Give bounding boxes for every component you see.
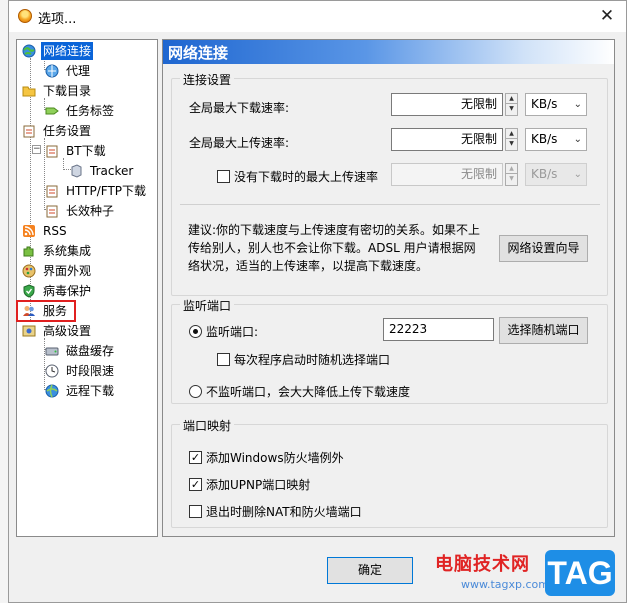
watermark-url: www.tagxp.com	[461, 578, 549, 591]
advanced-settings-icon	[22, 324, 36, 338]
random-port-button[interactable]: 选择随机端口	[499, 317, 588, 344]
idle-upload-label: 没有下载时的最大上传速率	[234, 170, 379, 184]
clipboard-icon	[45, 204, 59, 218]
idle-upload-spinner: ▲ ▼	[505, 163, 518, 186]
tree-item-label: 时段限速	[66, 364, 115, 378]
remove-nat-label: 退出时删除NAT和防火墙端口	[206, 505, 362, 519]
watermark-text: 电脑技术网	[435, 554, 530, 575]
idle-upload-input: 无限制	[391, 163, 503, 186]
tree-item-label: Tracker	[90, 164, 134, 178]
chevron-down-icon: ⌄	[573, 99, 582, 110]
close-button[interactable]: ✕	[594, 5, 620, 27]
settings-panel: 网络连接 连接设置 全局最大下载速率: 无限制 ▲ ▼ KB/s ⌄ 全局最大上传速…	[162, 39, 615, 537]
upnp-mapping-checkbox[interactable]: ✓	[189, 478, 202, 491]
tree-item-services[interactable]: 服务	[16, 300, 76, 322]
title-bar: 选项... ✕	[9, 1, 626, 32]
advice-line-3: 络状况，适当的上传速率，以提高下载速度。	[188, 259, 429, 273]
tree-item-label: 系统集成	[43, 244, 92, 258]
tree-item-label: 下载目录	[43, 84, 92, 98]
listen-port-group: 监听端口 监听端口: 22223 选择随机端口 每次程序启动时随机选择端口 不监…	[171, 297, 608, 404]
ok-button[interactable]: 确定	[327, 557, 413, 584]
firewall-exception-checkbox[interactable]: ✓	[189, 451, 202, 464]
random-each-start-label: 每次程序启动时随机选择端口	[234, 353, 391, 367]
tree-item-label: HTTP/FTP下载	[66, 184, 147, 198]
app-logo-icon	[18, 9, 32, 23]
listen-port-label: 监听端口:	[206, 325, 259, 339]
firewall-exception-label: 添加Windows防火墙例外	[206, 451, 344, 465]
tree-item-label: 磁盘缓存	[66, 344, 115, 358]
remote-globe-icon	[45, 384, 59, 398]
puzzle-icon	[22, 244, 36, 258]
max-download-input[interactable]: 无限制	[391, 93, 503, 116]
palette-icon	[22, 264, 36, 278]
port-mapping-group: 端口映射 ✓ 添加Windows防火墙例外 ✓ 添加UPNP端口映射 退出时删除…	[171, 417, 608, 528]
bt-expander[interactable]: −	[32, 145, 41, 154]
tree-item-label: BT下载	[66, 144, 106, 158]
max-download-spinner[interactable]: ▲ ▼	[505, 93, 518, 116]
tree-item-label: 界面外观	[43, 264, 92, 278]
tree-item-label: 任务设置	[43, 124, 92, 138]
upnp-mapping-label: 添加UPNP端口映射	[206, 478, 311, 492]
group-title: 端口映射	[180, 417, 235, 434]
clipboard-icon	[45, 144, 59, 158]
random-each-start-checkbox[interactable]	[217, 353, 230, 366]
tree-item-label: 任务标签	[66, 104, 115, 118]
users-icon	[22, 304, 36, 318]
group-title: 连接设置	[180, 71, 235, 88]
tree-item-label: 代理	[66, 64, 91, 78]
chevron-down-icon: ⌄	[573, 169, 582, 180]
idle-upload-checkbox[interactable]	[217, 170, 230, 183]
clipboard-icon	[45, 184, 59, 198]
clipboard-icon	[22, 124, 36, 138]
tree-item-label: 长效种子	[66, 204, 115, 218]
max-upload-spinner[interactable]: ▲ ▼	[505, 128, 518, 151]
network-wizard-button[interactable]: 网络设置向导	[499, 235, 588, 262]
max-download-unit-select[interactable]: KB/s ⌄	[525, 93, 587, 116]
disk-icon	[45, 344, 59, 358]
panel-title: 网络连接	[168, 44, 229, 62]
globe-network-icon	[22, 44, 36, 58]
max-download-label: 全局最大下载速率:	[189, 101, 290, 115]
tree-item-label: 远程下载	[66, 384, 115, 398]
max-upload-unit-select[interactable]: KB/s ⌄	[525, 128, 587, 151]
no-listen-label: 不监听端口，会大大降低上传下载速度	[206, 385, 411, 399]
panel-header: 网络连接	[163, 40, 614, 64]
max-upload-label: 全局最大上传速率:	[189, 136, 290, 150]
server-icon	[69, 164, 83, 178]
tree-item-label: 病毒保护	[43, 284, 92, 298]
tree-item-label: 服务	[43, 304, 68, 318]
shield-icon	[22, 284, 36, 298]
options-dialog: 选项... ✕ − 网络连接 代理 下载目录 任务标签 任务设置 BT下载 Tr…	[8, 0, 627, 603]
tree-item-label: RSS	[43, 224, 67, 238]
advice-line-1: 建议:你的下载速度与上传速度有密切的关系。如果不上	[188, 223, 481, 237]
settings-tree: − 网络连接 代理 下载目录 任务标签 任务设置 BT下载 Tracker HT…	[16, 39, 158, 537]
proxy-globe-icon	[45, 64, 59, 78]
no-listen-radio[interactable]	[189, 385, 202, 398]
folder-icon	[22, 84, 36, 98]
window-title: 选项...	[38, 12, 77, 27]
divider	[180, 204, 600, 205]
group-title: 监听端口	[180, 297, 235, 314]
idle-upload-unit-select: KB/s ⌄	[525, 163, 587, 186]
tree-item-label: 网络连接	[41, 42, 94, 60]
remove-nat-checkbox[interactable]	[189, 505, 202, 518]
connection-settings-group: 连接设置 全局最大下载速率: 无限制 ▲ ▼ KB/s ⌄ 全局最大上传速率: 无限…	[171, 71, 608, 296]
tag-icon	[45, 104, 59, 118]
chevron-down-icon: ⌄	[573, 134, 582, 145]
tree-item-label: 高级设置	[43, 324, 92, 338]
rss-icon	[22, 224, 36, 238]
advice-line-2: 传给别人，别人也不会让你下载。ADSL 用户请根据网	[188, 241, 476, 255]
listen-port-radio[interactable]	[189, 325, 202, 338]
watermark: 电脑技术网 www.tagxp.com TAG	[435, 546, 615, 603]
max-upload-input[interactable]: 无限制	[391, 128, 503, 151]
port-input[interactable]: 22223	[383, 318, 494, 341]
watermark-tag-logo: TAG	[545, 550, 615, 596]
clock-icon	[45, 364, 59, 378]
